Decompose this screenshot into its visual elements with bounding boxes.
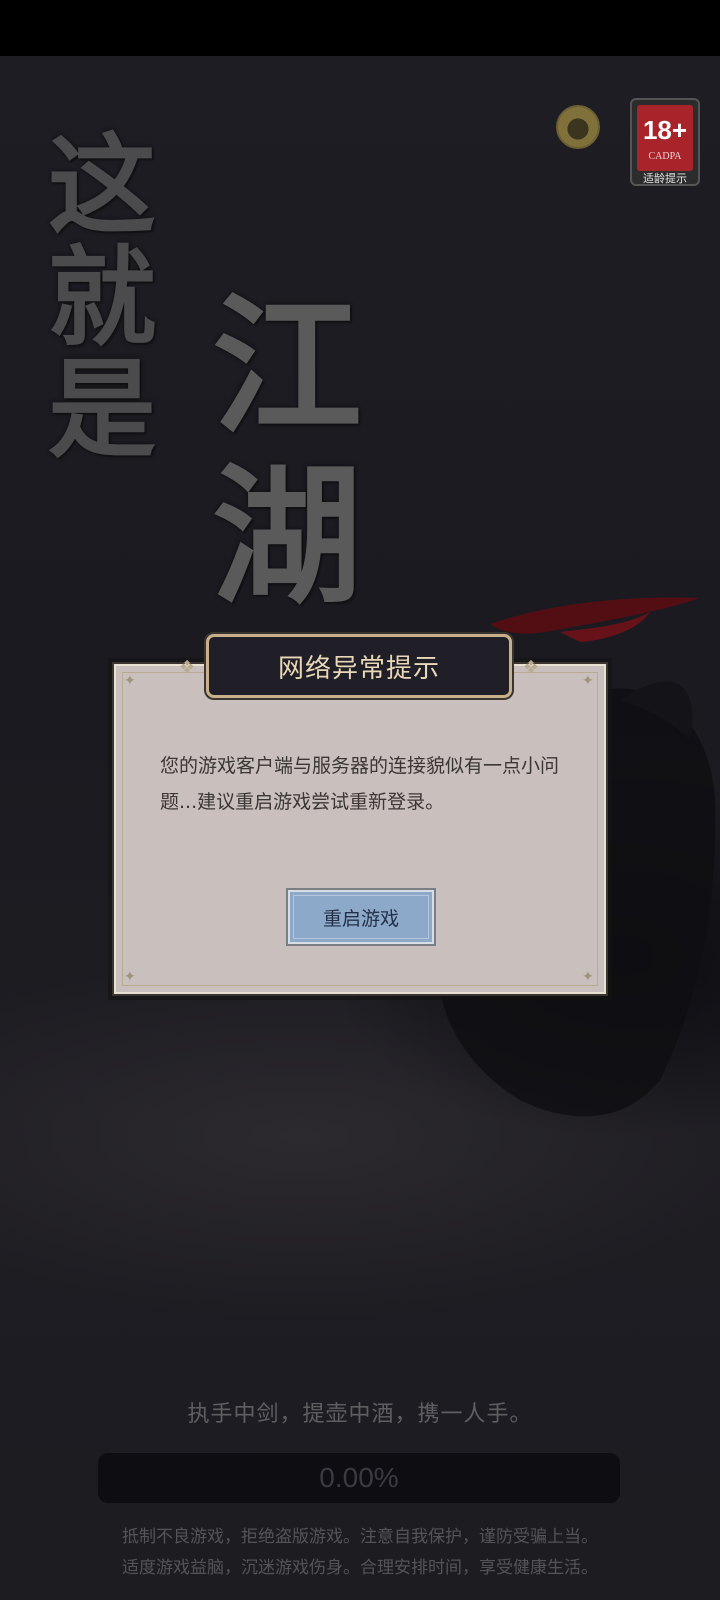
progress-label: 0.00%	[319, 1462, 399, 1493]
age-rating-caption: 适龄提示	[643, 172, 687, 185]
corner-ornament-icon: ✦	[124, 969, 136, 985]
age-rating-badge[interactable]: 18+ CADPA 适龄提示	[630, 98, 700, 186]
title-char: 这	[48, 123, 157, 249]
tagline: 执手中剑，提壶中酒，携一人手。	[187, 1402, 533, 1427]
dialog-header: ❖ 网络异常提示 ❖	[179, 634, 539, 698]
health-notice-line1: 抵制不良游戏，拒绝盗版游戏。注意自我保护，谨防受骗上当。	[122, 1527, 598, 1547]
header-ornament-right-icon: ❖	[522, 657, 539, 678]
title-char: 就	[48, 235, 157, 361]
dialog-title: 网络异常提示	[277, 653, 440, 684]
age-rating-number: 18+	[642, 115, 688, 145]
restart-game-button[interactable]: 重启游戏	[286, 888, 436, 946]
loading-progress-bar: 0.00%	[98, 1453, 620, 1503]
title-calligraphy-line2: 江 湖	[212, 292, 362, 632]
title-calligraphy-line1: 这 就 是	[48, 132, 168, 468]
title-char: 江	[212, 279, 363, 455]
age-rating-org: CADPA	[648, 151, 682, 162]
health-notice-line2: 适度游戏益脑，沉迷游戏伤身。合理安排时间，享受健康生活。	[122, 1558, 598, 1578]
age-rating-panel: 18+ CADPA	[637, 105, 693, 171]
game-screen: 这 就 是 江 湖 18+ CADPA 适龄提示 ✦ ✦ ✦ ✦ ❖ 网络异常提…	[0, 0, 720, 1600]
dialog-message: 您的游戏客户端与服务器的连接貌似有一点小问题...建议重启游戏尝试重新登录。	[160, 755, 560, 813]
corner-ornament-icon: ✦	[582, 969, 594, 985]
corner-ornament-icon: ✦	[582, 673, 594, 689]
title-char: 湖	[212, 449, 363, 625]
title-char: 是	[48, 347, 157, 473]
user-avatar-icon[interactable]	[556, 105, 600, 149]
corner-ornament-icon: ✦	[124, 673, 136, 689]
network-error-dialog: ✦ ✦ ✦ ✦ ❖ 网络异常提示 ❖ 您的游戏客户端与服务器的连接貌似有一点小问…	[112, 634, 608, 996]
header-ornament-left-icon: ❖	[179, 657, 196, 678]
